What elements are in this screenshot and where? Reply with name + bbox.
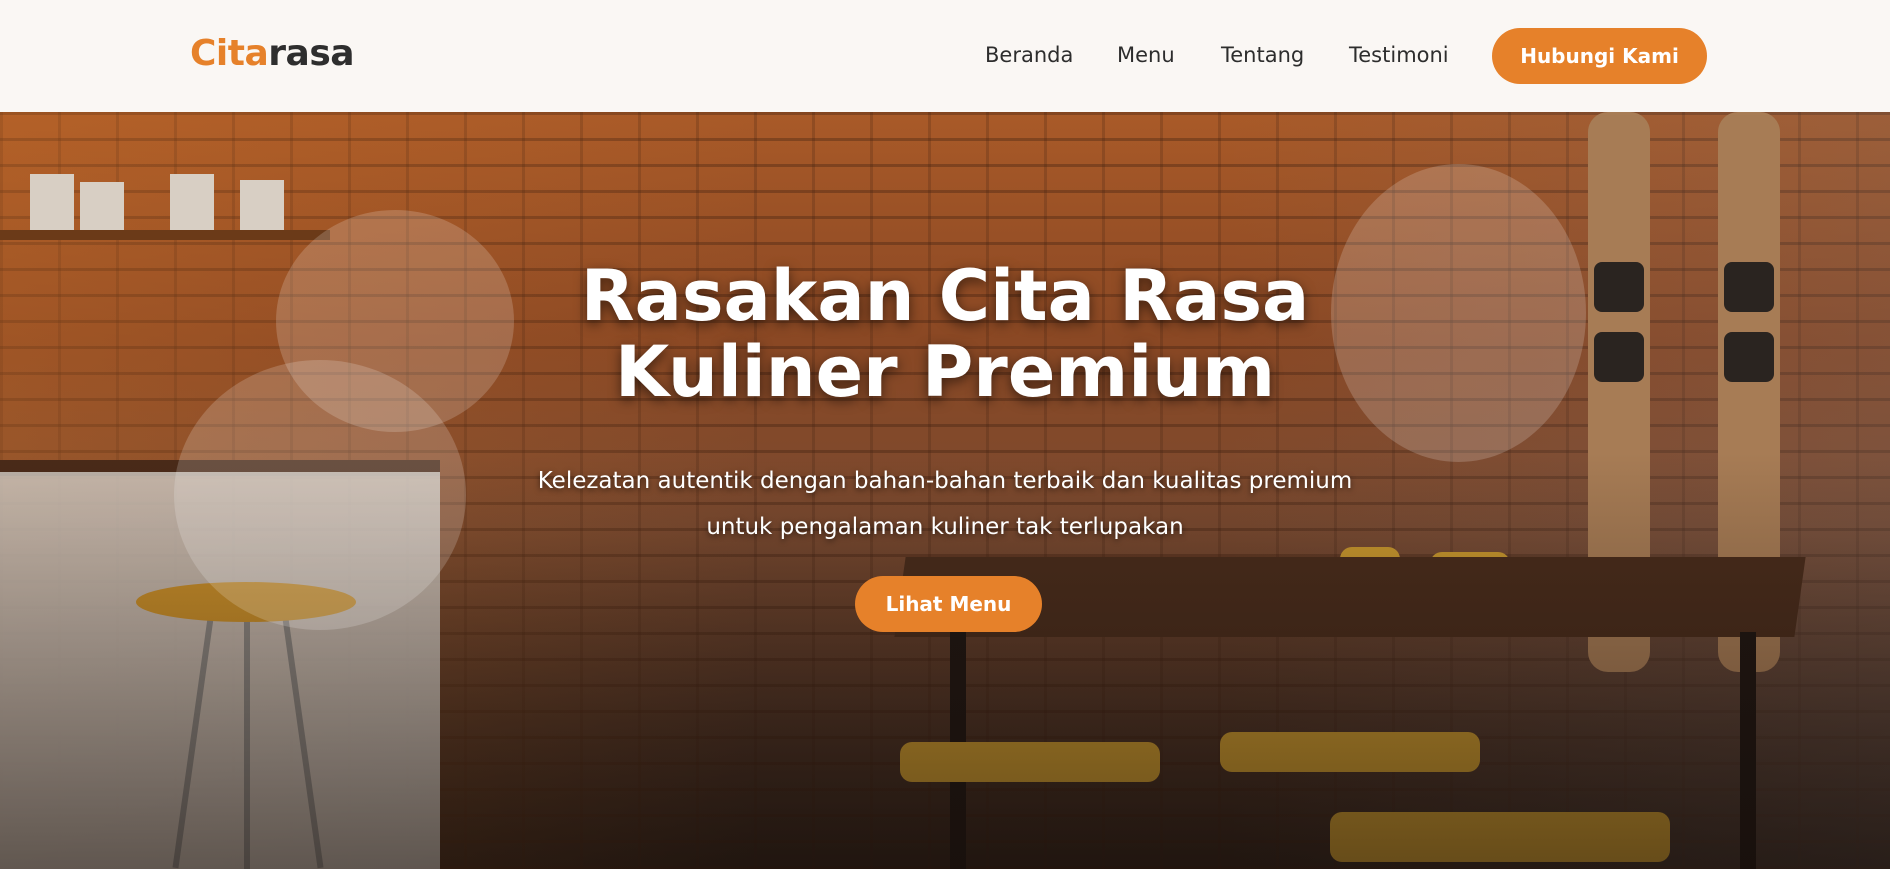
contact-button[interactable]: Hubungi Kami: [1492, 28, 1707, 84]
navbar: Citarasa Beranda Menu Tentang Testimoni …: [0, 0, 1890, 112]
hero-title-line1: Rasakan Cita Rasa: [580, 255, 1310, 337]
brand-logo-part1: Cita: [190, 33, 269, 74]
hero-subtitle: Kelezatan autentik dengan bahan-bahan te…: [485, 458, 1405, 550]
nav-link-menu[interactable]: Menu: [1117, 40, 1175, 70]
view-menu-button[interactable]: Lihat Menu: [855, 576, 1042, 632]
nav-link-tentang[interactable]: Tentang: [1221, 40, 1304, 70]
hero-subtitle-line1: Kelezatan autentik dengan bahan-bahan te…: [537, 468, 1353, 494]
brand-logo[interactable]: Citarasa: [190, 30, 355, 78]
nav-link-beranda[interactable]: Beranda: [985, 40, 1073, 70]
nav-link-testimoni[interactable]: Testimoni: [1349, 40, 1449, 70]
hero-title: Rasakan Cita Rasa Kuliner Premium: [445, 258, 1445, 410]
hero-title-line2: Kuliner Premium: [614, 331, 1276, 413]
hero-subtitle-line2: untuk pengalaman kuliner tak terlupakan: [706, 514, 1184, 540]
hero-section: Rasakan Cita Rasa Kuliner Premium Keleza…: [0, 112, 1890, 869]
brand-logo-part2: rasa: [268, 33, 355, 74]
hero-content: Rasakan Cita Rasa Kuliner Premium Keleza…: [0, 112, 1890, 869]
